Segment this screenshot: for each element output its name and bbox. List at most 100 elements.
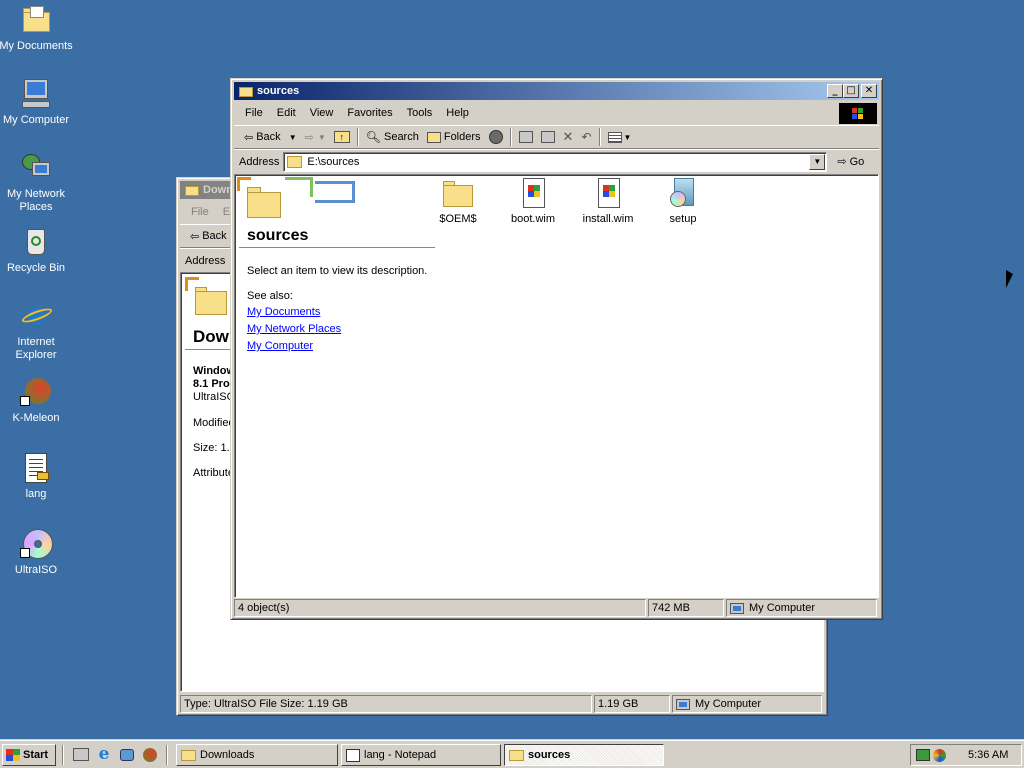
close-button[interactable]: ✕ [861,84,877,98]
folder-icon [287,155,303,168]
desktop-icon-k-meleon[interactable]: ↗ K-Meleon [0,376,74,425]
toolbar-separator [509,128,512,146]
internet-explorer-icon[interactable]: e [95,746,113,764]
panel-description: Select an item to view its description. [247,265,428,277]
size-label: Size: 1.19 GB [193,442,233,454]
link-my-network-places[interactable]: My Network Places [247,321,341,338]
search-button[interactable]: 🔍︎ Search [362,127,423,147]
my-documents-icon [20,4,52,36]
panel-heading: sources [247,227,309,244]
file-item-setup[interactable]: setup [648,177,718,225]
windows-update-icon[interactable] [933,748,946,762]
sources-titlebar[interactable]: sources _ □ ✕ [234,82,879,100]
address-input[interactable]: E:\sources ▼ [283,151,828,172]
my-computer-icon [730,602,744,614]
go-arrow-icon: ⇨ [837,156,847,168]
sources-content: sources Select an item to view its descr… [234,174,879,598]
back-button[interactable]: ⇦ Back [186,226,231,246]
folders-icon [426,131,441,143]
window-title: sources [257,85,300,97]
k-meleon-icon: ↗ [20,376,52,408]
go-button[interactable]: ⇨ Go [833,152,868,172]
delete-icon: ✕ [562,129,574,144]
attributes-label: Attributes: [193,467,233,479]
desktop-icon-lang[interactable]: lang [0,452,74,501]
ultraiso-icon: ↗ [20,528,53,560]
status-type: Type: UltraISO File Size: 1.19 GB [180,695,592,713]
task-lang-notepad[interactable]: lang - Notepad [341,744,501,766]
sources-address-bar: Address E:\sources ▼ ⇨ Go [234,149,879,173]
downloads-statusbar: Type: UltraISO File Size: 1.19 GB 1.19 G… [180,694,824,714]
desktop-icon-internet-explorer[interactable]: e Internet Explorer [0,300,74,362]
menu-file[interactable]: File [238,107,270,119]
minimize-button[interactable]: _ [827,84,843,98]
copy-to-icon [540,131,555,143]
folders-button[interactable]: Folders [423,127,485,147]
modified-label: Modified: [193,417,233,429]
desktop-icon-ultraiso[interactable]: ↗ UltraISO [0,528,74,577]
address-label: Address [185,254,226,267]
chevron-down-icon: ▼ [623,132,632,142]
sources-window[interactable]: sources _ □ ✕ File Edit View Favorites T… [230,78,883,620]
taskbar-separator [166,745,168,765]
file-item-install-wim[interactable]: install.wim [573,177,643,225]
move-to-icon [518,131,533,143]
menu-view[interactable]: View [303,107,341,119]
status-zone: My Computer [672,695,822,713]
start-button[interactable]: Start [2,744,56,766]
delete-button[interactable]: ✕ [559,127,578,147]
show-desktop-icon[interactable] [72,746,90,764]
desktop-icon-network-places[interactable]: My Network Places [0,152,74,214]
copy-to-button[interactable] [537,127,559,147]
views-icon [607,131,622,143]
see-also-links: My Documents My Network Places My Comput… [247,304,341,355]
file-item-oem[interactable]: $OEM$ [423,177,493,225]
toolbar-separator [356,128,359,146]
menu-edit[interactable]: Edit [270,107,303,119]
up-folder-button[interactable]: ↑ [330,127,354,147]
back-arrow-icon: ⇦ [190,230,200,243]
desktop-icon-my-documents[interactable]: My Documents [0,4,74,53]
menu-file[interactable]: File [184,206,216,218]
wim-file-icon [592,177,624,209]
downloads-panel-banner-icon [185,277,235,323]
windows-logo-icon [839,103,877,124]
task-downloads[interactable]: Downloads [176,744,338,766]
folder-icon [509,749,524,761]
desktop-icon-my-computer[interactable]: My Computer [0,78,74,127]
back-button[interactable]: ⇦ Back ▼ [240,127,301,147]
move-to-button[interactable] [515,127,537,147]
selected-file-type: UltraISO File [193,391,233,403]
task-sources[interactable]: sources [504,744,664,766]
clock[interactable]: 5:36 AM [968,749,1008,761]
status-zone: My Computer [726,599,877,617]
desktop-icon-recycle-bin[interactable]: Recycle Bin [0,226,74,275]
see-also-label: See also: [247,290,293,302]
network-places-icon [20,152,52,184]
outlook-express-icon[interactable] [118,746,136,764]
address-dropdown-button[interactable]: ▼ [809,153,826,170]
sources-statusbar: 4 object(s) 742 MB My Computer [234,598,879,618]
file-item-boot-wim[interactable]: boot.wim [498,177,568,225]
mouse-cursor-icon [1006,270,1013,288]
folder-icon [184,183,200,197]
forward-button[interactable]: ⇨ ▼ [301,127,330,147]
menu-favorites[interactable]: Favorites [340,107,399,119]
safely-remove-hardware-icon[interactable] [916,749,930,761]
maximize-button[interactable]: □ [843,84,859,98]
menu-tools[interactable]: Tools [400,107,440,119]
menu-help[interactable]: Help [439,107,476,119]
selected-file-name: Windows 8.1 Pro x64 2013 S... [193,365,233,390]
system-tray: 5:36 AM [910,744,1022,766]
k-meleon-icon[interactable] [141,746,159,764]
link-my-computer[interactable]: My Computer [247,338,341,355]
chevron-down-icon: ▼ [813,156,822,166]
views-button[interactable]: ▼ [604,127,636,147]
history-button[interactable] [485,127,507,147]
undo-icon: ↶ [581,130,592,144]
undo-button[interactable]: ↶ [577,127,595,147]
recycle-bin-icon [20,226,52,258]
link-my-documents[interactable]: My Documents [247,304,341,321]
window-controls: _ □ ✕ [827,84,877,98]
forward-arrow-icon: ⇨ [304,131,314,144]
